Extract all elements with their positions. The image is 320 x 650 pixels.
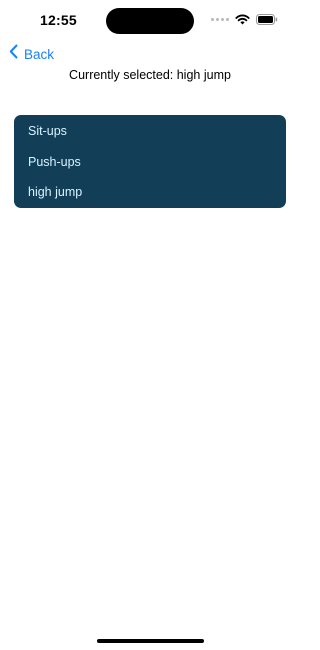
back-label: Back xyxy=(24,46,55,62)
exercise-list: Sit-ups Push-ups high jump xyxy=(14,115,286,208)
navigation-bar: Back xyxy=(0,44,300,64)
back-button[interactable]: Back xyxy=(9,44,54,64)
chevron-left-icon xyxy=(9,44,18,64)
list-item-push-ups[interactable]: Push-ups xyxy=(14,147,286,178)
home-indicator xyxy=(97,639,204,643)
status-time: 12:55 xyxy=(40,12,77,28)
list-item-sit-ups[interactable]: Sit-ups xyxy=(14,116,286,147)
dynamic-island xyxy=(106,8,194,34)
current-selection-text: Currently selected: high jump xyxy=(69,68,231,82)
signal-dots-icon xyxy=(211,18,229,21)
status-icons xyxy=(211,14,278,25)
battery-icon xyxy=(256,14,278,25)
status-bar: 12:55 xyxy=(0,0,300,44)
list-item-high-jump[interactable]: high jump xyxy=(14,177,286,208)
wifi-icon xyxy=(235,14,250,25)
